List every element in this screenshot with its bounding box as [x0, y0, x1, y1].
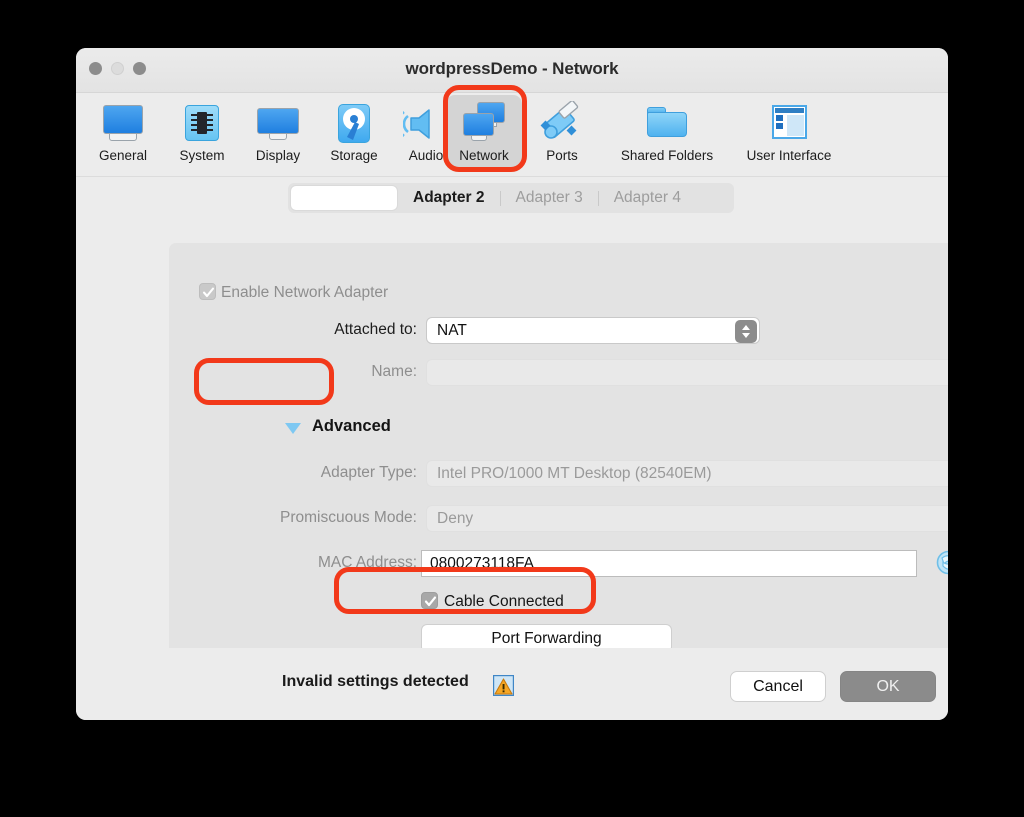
- toolbar-item-system[interactable]: System: [164, 95, 240, 171]
- toolbar-item-general[interactable]: General: [85, 95, 161, 171]
- cancel-button[interactable]: Cancel: [730, 671, 826, 702]
- name-select[interactable]: [426, 359, 948, 386]
- window-title: wordpressDemo - Network: [405, 59, 619, 78]
- network-icon: [461, 101, 507, 147]
- name-label: Name:: [371, 363, 417, 380]
- chevron-updown-icon[interactable]: [735, 320, 757, 343]
- status-message: Invalid settings detected: [282, 673, 469, 690]
- chevron-updown-icon: [946, 465, 948, 484]
- ports-icon: [539, 100, 585, 147]
- attached-to-select[interactable]: NAT: [426, 317, 760, 344]
- toolbar-label-storage: Storage: [330, 148, 378, 163]
- settings-toolbar: General System Display Storage Audio Net…: [76, 93, 948, 177]
- attached-to-row: Attached to: NAT: [169, 315, 948, 345]
- chevron-updown-icon: [946, 364, 948, 383]
- user-interface-icon: [766, 101, 812, 147]
- toolbar-label-shared-folders: Shared Folders: [620, 148, 714, 163]
- display-icon: [255, 101, 301, 147]
- chevron-updown-icon: [946, 510, 948, 529]
- toolbar-item-display[interactable]: Display: [240, 95, 316, 171]
- enable-adapter-checkbox[interactable]: [199, 283, 216, 300]
- adapter-settings-panel: Enable Network Adapter Attached to: NAT: [169, 243, 948, 694]
- attached-to-value: NAT: [437, 322, 467, 339]
- adapter-type-label: Adapter Type:: [320, 464, 417, 481]
- adapter-tabs: Adapter 2 Adapter 3 Adapter 4: [288, 183, 734, 213]
- shared-folders-icon: [644, 101, 690, 147]
- mac-address-value: 0800273118FA: [430, 555, 535, 572]
- toolbar-item-shared-folders[interactable]: Shared Folders: [611, 95, 723, 171]
- chevron-down-icon: [285, 423, 301, 434]
- enable-adapter-label: Enable Network Adapter: [221, 284, 389, 301]
- ok-button[interactable]: OK: [840, 671, 936, 702]
- screenshot-root: wordpressDemo - Network General System D…: [0, 0, 1024, 817]
- name-row: Name:: [169, 357, 948, 387]
- promiscuous-mode-value: Deny: [437, 510, 474, 527]
- enable-adapter-row: Enable Network Adapter: [169, 277, 948, 307]
- promiscuous-mode-label: Promiscuous Mode:: [280, 509, 417, 526]
- network-toolbar-item[interactable]: Network: [446, 95, 522, 171]
- window-titlebar: wordpressDemo - Network: [76, 48, 948, 93]
- adapter-type-select[interactable]: Intel PRO/1000 MT Desktop (82540EM): [426, 460, 948, 487]
- audio-icon: [396, 101, 449, 147]
- general-icon: [100, 101, 146, 147]
- adapter-type-value: Intel PRO/1000 MT Desktop (82540EM): [437, 465, 712, 482]
- toolbar-item-user-interface[interactable]: User Interface: [733, 95, 845, 171]
- toolbar-label-system: System: [179, 148, 225, 163]
- settings-window: wordpressDemo - Network General System D…: [76, 48, 948, 720]
- toolbar-label-display: Display: [255, 148, 301, 163]
- cable-connected-row: Cable Connected: [169, 587, 948, 617]
- tab-adapter-3[interactable]: Adapter 3: [501, 185, 598, 211]
- tab-adapter-2[interactable]: Adapter 2: [398, 185, 500, 211]
- mac-address-row: MAC Address: 0800273118FA: [169, 548, 948, 578]
- adapter-type-row: Adapter Type: Intel PRO/1000 MT Desktop …: [169, 458, 948, 488]
- toolbar-label-ports: Ports: [546, 148, 578, 163]
- attached-to-label: Attached to:: [334, 321, 417, 338]
- mac-address-label: MAC Address:: [317, 554, 417, 571]
- dialog-footer: Invalid settings detected Cancel OK: [76, 648, 948, 720]
- system-icon: [179, 101, 225, 147]
- promiscuous-mode-select[interactable]: Deny: [426, 505, 948, 532]
- toolbar-label-network: Network: [459, 148, 509, 163]
- tab-adapter-1[interactable]: [290, 185, 398, 211]
- cable-connected-checkbox[interactable]: [421, 592, 438, 609]
- advanced-label: Advanced: [312, 417, 391, 435]
- promiscuous-mode-row: Promiscuous Mode: Deny: [169, 503, 948, 533]
- toolbar-item-ports[interactable]: Ports: [524, 95, 600, 171]
- cable-connected-label: Cable Connected: [444, 593, 564, 610]
- storage-icon: [331, 101, 377, 147]
- toolbar-label-general: General: [98, 148, 148, 163]
- tab-adapter-4[interactable]: Adapter 4: [599, 185, 696, 211]
- mac-address-input[interactable]: 0800273118FA: [421, 550, 917, 577]
- toolbar-item-storage[interactable]: Storage: [316, 95, 392, 171]
- refresh-icon[interactable]: [935, 549, 948, 576]
- toolbar-label-user-interface: User Interface: [746, 148, 832, 163]
- warning-icon: [492, 674, 515, 697]
